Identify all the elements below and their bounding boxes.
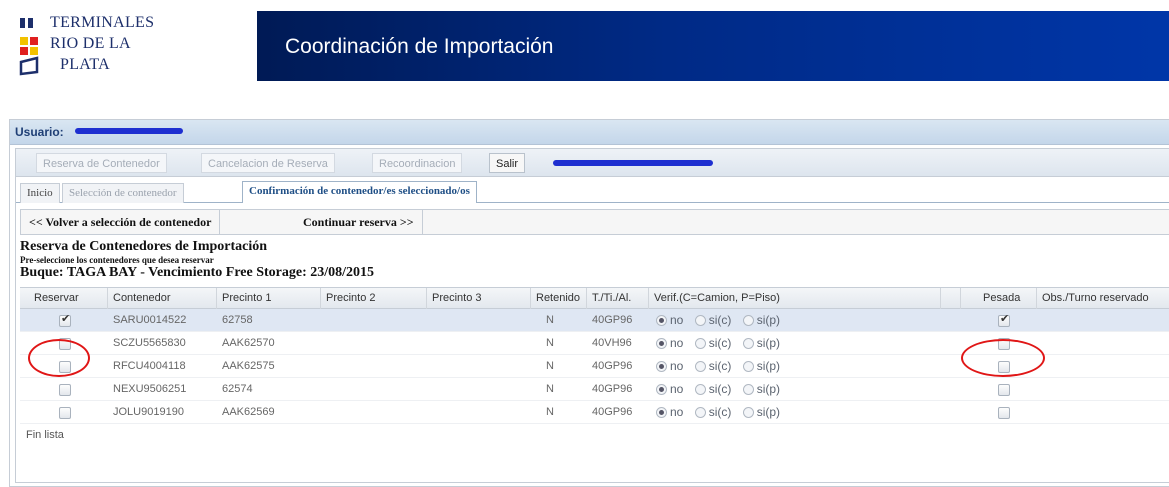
section-subtitle: Pre-seleccione los contenedores que dese… <box>20 255 214 265</box>
radio-no[interactable] <box>656 315 667 326</box>
flag-logo-icon <box>19 18 39 76</box>
logo-line-2: Rio de la <box>50 35 131 52</box>
list-footer: Fin lista <box>26 429 64 441</box>
radio-si-piso[interactable] <box>742 338 754 349</box>
tipo-cell: 40GP96 <box>592 360 633 372</box>
col-verif: Verif.(C=Camion, P=Piso) <box>649 288 941 309</box>
retenido-cell: N <box>546 406 554 418</box>
contenedor-cell: SCZU5565830 <box>113 337 186 349</box>
col-precinto-1: Precinto 1 <box>217 288 321 309</box>
radio-no[interactable] <box>656 361 667 372</box>
col-precinto-2: Precinto 2 <box>321 288 427 309</box>
precinto1-cell: AAK62575 <box>222 360 275 372</box>
radio-no[interactable] <box>656 338 667 349</box>
top-menu: Reserva de Contenedor Cancelacion de Res… <box>16 149 1169 177</box>
user-bar: Usuario: <box>10 120 1169 145</box>
tab-confirmacion[interactable]: Confirmación de contenedor/es selecciona… <box>242 181 477 203</box>
verif-radio-group: no si(c) si(p) <box>656 378 788 401</box>
col-retenido: Retenido <box>531 288 587 309</box>
precinto1-cell: AAK62570 <box>222 337 275 349</box>
tab-seleccion-contenedor[interactable]: Selección de contenedor <box>62 183 184 203</box>
table-row[interactable]: SARU0014522 62758 N 40GP96 no si(c) si(p… <box>20 309 1169 332</box>
tipo-cell: 40GP96 <box>592 383 633 395</box>
col-obs: Obs./Turno reservado <box>1042 292 1149 304</box>
company-logo: Terminales Rio de la Plata <box>18 10 218 80</box>
page-title: Coordinación de Importación <box>285 35 554 58</box>
menu-recoordinacion[interactable]: Recoordinacion <box>372 153 463 173</box>
tipo-cell: 40GP96 <box>592 406 633 418</box>
radio-si-camion[interactable] <box>694 407 706 418</box>
radio-si-camion[interactable] <box>694 361 706 372</box>
col-reservar: Reservar <box>20 288 108 309</box>
pesada-checkbox[interactable] <box>998 384 1010 396</box>
highlight-circle-reservar <box>28 339 90 377</box>
action-bar: << Volver a selección de contenedor Cont… <box>20 209 1169 235</box>
retenido-cell: N <box>546 360 554 372</box>
verif-radio-group: no si(c) si(p) <box>656 332 788 355</box>
contenedor-cell: NEXU9506251 <box>113 383 187 395</box>
table-row[interactable]: NEXU9506251 62574 N 40GP96 no si(c) si(p… <box>20 378 1169 401</box>
vessel-info: Buque: TAGA BAY - Vencimiento Free Stora… <box>20 265 375 280</box>
menu-salir[interactable]: Salir <box>489 153 526 173</box>
table-header: Reservar Contenedor Precinto 1 Precinto … <box>20 287 1169 309</box>
radio-no[interactable] <box>656 384 667 395</box>
radio-si-camion[interactable] <box>694 338 706 349</box>
user-label: Usuario: <box>15 125 64 139</box>
verif-radio-group: no si(c) si(p) <box>656 309 788 332</box>
highlight-circle-pesada <box>961 339 1045 377</box>
col-spacer <box>941 288 961 309</box>
continue-reservation-button[interactable]: Continuar reserva >> <box>295 210 423 234</box>
menu-reserva-contenedor[interactable]: Reserva de Contenedor <box>36 153 167 173</box>
retenido-cell: N <box>546 337 554 349</box>
radio-si-piso[interactable] <box>742 361 754 372</box>
retenido-cell: N <box>546 314 554 326</box>
reservar-checkbox[interactable] <box>59 407 71 419</box>
precinto1-cell: 62758 <box>222 314 253 326</box>
reservar-checkbox[interactable] <box>59 312 71 327</box>
radio-no[interactable] <box>656 407 667 418</box>
redacted-username <box>75 128 183 134</box>
header-banner: Coordinación de Importación <box>257 11 1169 81</box>
radio-si-piso[interactable] <box>742 384 754 395</box>
contenedor-cell: RFCU4004118 <box>113 360 186 372</box>
contenedor-cell: SARU0014522 <box>113 314 187 326</box>
tipo-cell: 40VH96 <box>592 337 632 349</box>
precinto1-cell: AAK62569 <box>222 406 275 418</box>
radio-si-piso[interactable] <box>742 315 754 326</box>
col-tipo: T./Ti./Al. <box>587 288 649 309</box>
content-frame: Reserva de Contenedor Cancelacion de Res… <box>15 148 1169 483</box>
table-row[interactable]: JOLU9019190 AAK62569 N 40GP96 no si(c) s… <box>20 401 1169 424</box>
tipo-cell: 40GP96 <box>592 314 633 326</box>
back-to-selection-button[interactable]: << Volver a selección de contenedor <box>21 210 221 234</box>
reservar-checkbox[interactable] <box>59 384 71 396</box>
col-contenedor: Contenedor <box>108 288 217 309</box>
app-window: Terminales Rio de la Plata Coordinación … <box>0 0 1169 487</box>
tab-bar: Inicio Selección de contenedor Confirmac… <box>16 181 1169 203</box>
precinto1-cell: 62574 <box>222 383 253 395</box>
contenedor-cell: JOLU9019190 <box>113 406 184 418</box>
tab-inicio[interactable]: Inicio <box>20 183 60 203</box>
menu-cancelacion-reserva[interactable]: Cancelacion de Reserva <box>201 153 335 173</box>
radio-si-piso[interactable] <box>742 407 754 418</box>
col-precinto-3: Precinto 3 <box>427 288 531 309</box>
section-title: Reserva de Contenedores de Importación <box>20 239 268 254</box>
pesada-checkbox[interactable] <box>998 407 1010 419</box>
verif-radio-group: no si(c) si(p) <box>656 355 788 378</box>
verif-radio-group: no si(c) si(p) <box>656 401 788 424</box>
retenido-cell: N <box>546 383 554 395</box>
radio-si-camion[interactable] <box>694 384 706 395</box>
logo-line-1: Terminales <box>50 14 155 31</box>
redacted-info <box>553 160 713 166</box>
logo-line-3: Plata <box>60 56 110 73</box>
reservation-heading: Reserva de Contenedores de Importación P… <box>20 239 374 281</box>
main-panel: Usuario: Reserva de Contenedor Cancelaci… <box>9 119 1169 487</box>
col-pesada: Pesada <box>961 288 1037 309</box>
pesada-checkbox[interactable] <box>998 312 1010 327</box>
radio-si-camion[interactable] <box>694 315 706 326</box>
